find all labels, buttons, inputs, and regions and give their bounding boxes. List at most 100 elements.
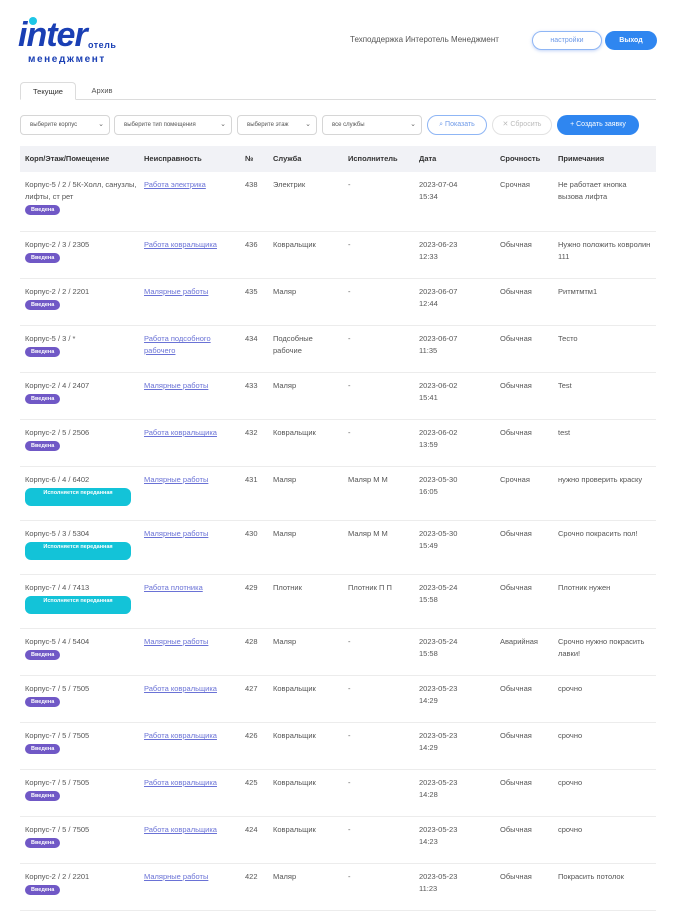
request-number: 433 xyxy=(245,381,258,390)
status-badge: Введена xyxy=(25,650,61,660)
location-cell: Корпус-7 / 4 / 7413 Исполняется переданна… xyxy=(25,582,143,614)
table-row[interactable]: Корпус-7 / 5 / 7505 Введена Работа ковраль… xyxy=(20,817,656,864)
notes-cell: срочно xyxy=(558,684,583,693)
date-cell: 2023-05-23 14:28 xyxy=(419,777,495,801)
fault-link[interactable]: Малярные работы xyxy=(144,286,234,298)
support-link[interactable]: Техподдержка Интеротель Менеджмент xyxy=(350,35,499,44)
time-text: 14:28 xyxy=(419,790,438,799)
show-button[interactable]: ⌕ Показать xyxy=(427,115,487,135)
date-text: 2023-05-24 xyxy=(419,637,458,646)
date-text: 2023-06-02 xyxy=(419,428,458,437)
table-row[interactable]: Корпус-2 / 4 / 2407 Введена Малярные работ… xyxy=(20,373,656,420)
table-row[interactable]: Корпус-2 / 5 / 2506 Введена Работа ковраль… xyxy=(20,420,656,467)
location-text: Корпус-7 / 4 / 7413 xyxy=(25,583,90,592)
location-text: Корпус-2 / 2 / 2201 xyxy=(25,287,90,296)
fault-link[interactable]: Работа ковральщика xyxy=(144,427,234,439)
table-row[interactable]: Корпус-6 / 4 / 6402 Исполняется переданна… xyxy=(20,467,656,521)
service-cell: Ковральщик xyxy=(273,684,316,693)
request-number: 424 xyxy=(245,825,258,834)
service-cell: Подсобные рабочие xyxy=(273,334,313,355)
logout-button[interactable]: Выход xyxy=(605,31,657,50)
table-row[interactable]: Корпус-5 / 2 / 5К-Холл, санузлы, лифты, … xyxy=(20,172,656,232)
status-badge: Введена xyxy=(25,838,61,848)
status-badge: Исполняется переданная xyxy=(25,596,131,614)
location-cell: Корпус-5 / 3 / 5304 Исполняется переданна… xyxy=(25,528,143,560)
executor-cell: - xyxy=(348,428,351,437)
table-row[interactable]: Корпус-2 / 2 / 2201 Введена Малярные работ… xyxy=(20,864,656,911)
fault-link[interactable]: Малярные работы xyxy=(144,871,234,883)
fault-link[interactable]: Работа ковральщика xyxy=(144,683,234,695)
location-text: Корпус-7 / 5 / 7505 xyxy=(25,684,90,693)
logo[interactable]: inter отель менеджмент xyxy=(18,16,130,72)
urgency-cell: Обычная xyxy=(500,778,532,787)
fault-link[interactable]: Малярные работы xyxy=(144,636,234,648)
fault-link[interactable]: Работа ковральщика xyxy=(144,777,234,789)
date-cell: 2023-05-24 15:58 xyxy=(419,636,495,660)
column-location[interactable]: Корп/Этаж/Помещение xyxy=(25,146,143,172)
fault-link[interactable]: Малярные работы xyxy=(144,474,234,486)
executor-cell: - xyxy=(348,637,351,646)
location-cell: Корпус-7 / 5 / 7505 Введена xyxy=(25,777,143,801)
notes-cell: Нужно положить ковролин 111 xyxy=(558,240,651,261)
date-text: 2023-05-23 xyxy=(419,731,458,740)
date-cell: 2023-06-07 11:35 xyxy=(419,333,495,357)
time-text: 15:34 xyxy=(419,192,438,201)
executor-cell: - xyxy=(348,240,351,249)
table-row[interactable]: Корпус-5 / 3 / * Введена Работа подсобного… xyxy=(20,326,656,373)
fault-link[interactable]: Работа ковральщика xyxy=(144,730,234,742)
status-badge: Введена xyxy=(25,205,61,215)
column-urgency[interactable]: Срочность xyxy=(500,146,558,172)
fault-link[interactable]: Малярные работы xyxy=(144,528,234,540)
reset-button[interactable]: ✕ Сбросить xyxy=(492,115,552,135)
location-text: Корпус-5 / 3 / 5304 xyxy=(25,529,90,538)
column-number[interactable]: № xyxy=(245,146,270,172)
fault-link[interactable]: Работа ковральщика xyxy=(144,824,234,836)
table-row[interactable]: Корпус-5 / 3 / 5304 Исполняется переданна… xyxy=(20,521,656,575)
location-cell: Корпус-2 / 3 / 2305 Введена xyxy=(25,239,143,263)
service-cell: Ковральщик xyxy=(273,778,316,787)
fault-link[interactable]: Работа электрика xyxy=(144,179,234,191)
date-text: 2023-06-23 xyxy=(419,240,458,249)
service-cell: Ковральщик xyxy=(273,428,316,437)
header: inter отель менеджмент Техподдержка Инте… xyxy=(0,0,675,76)
tab-current[interactable]: Текущие xyxy=(20,82,76,100)
floor-select[interactable]: выберите этаж ⌄ xyxy=(237,115,317,135)
column-service[interactable]: Служба xyxy=(273,146,343,172)
service-cell: Ковральщик xyxy=(273,731,316,740)
fault-link[interactable]: Работа плотника xyxy=(144,582,234,594)
column-executor[interactable]: Исполнитель xyxy=(348,146,416,172)
column-fault[interactable]: Неисправность xyxy=(144,146,234,172)
table-row[interactable]: Корпус-7 / 4 / 7413 Исполняется переданна… xyxy=(20,575,656,629)
service-cell: Маляр xyxy=(273,872,297,881)
create-request-button[interactable]: + Создать заявку xyxy=(557,115,639,135)
chevron-down-icon: ⌄ xyxy=(220,121,226,128)
table-row[interactable]: Корпус-7 / 5 / 7505 Введена Работа ковраль… xyxy=(20,676,656,723)
fault-link[interactable]: Работа ковральщика xyxy=(144,239,234,251)
fault-link[interactable]: Работа подсобного рабочего xyxy=(144,333,234,357)
table-row[interactable]: Корпус-2 / 2 / 2201 Введена Малярные работ… xyxy=(20,279,656,326)
table-row[interactable]: Корпус-7 / 5 / 7505 Введена Работа ковраль… xyxy=(20,770,656,817)
date-cell: 2023-06-02 13:59 xyxy=(419,427,495,451)
date-cell: 2023-05-23 14:29 xyxy=(419,683,495,707)
room-type-select[interactable]: выберите тип помещения ⌄ xyxy=(114,115,232,135)
executor-cell: - xyxy=(348,778,351,787)
building-select[interactable]: выберите корпус ⌄ xyxy=(20,115,110,135)
table-row[interactable]: Корпус-5 / 4 / 5404 Введена Малярные работ… xyxy=(20,629,656,676)
settings-button[interactable]: настройки xyxy=(532,31,602,50)
table-row[interactable]: Корпус-2 / 3 / 2305 Введена Работа ковраль… xyxy=(20,232,656,279)
service-select[interactable]: все службы ⌄ xyxy=(322,115,422,135)
tab-archive[interactable]: Архив xyxy=(82,82,122,100)
location-cell: Корпус-5 / 4 / 5404 Введена xyxy=(25,636,143,660)
column-notes[interactable]: Примечания xyxy=(558,146,653,172)
column-date[interactable]: Дата xyxy=(419,146,495,172)
table-header: Корп/Этаж/Помещение Неисправность № Служ… xyxy=(20,146,656,172)
date-text: 2023-05-23 xyxy=(419,778,458,787)
fault-link[interactable]: Малярные работы xyxy=(144,380,234,392)
location-text: Корпус-7 / 5 / 7505 xyxy=(25,731,90,740)
executor-cell: - xyxy=(348,872,351,881)
notes-cell: Test xyxy=(558,381,572,390)
date-cell: 2023-05-23 11:23 xyxy=(419,871,495,895)
table-row[interactable]: Корпус-7 / 5 / 7505 Введена Работа ковраль… xyxy=(20,723,656,770)
notes-cell: Не работает кнопка вызова лифта xyxy=(558,180,627,201)
table-body: Корпус-5 / 2 / 5К-Холл, санузлы, лифты, … xyxy=(20,172,656,911)
